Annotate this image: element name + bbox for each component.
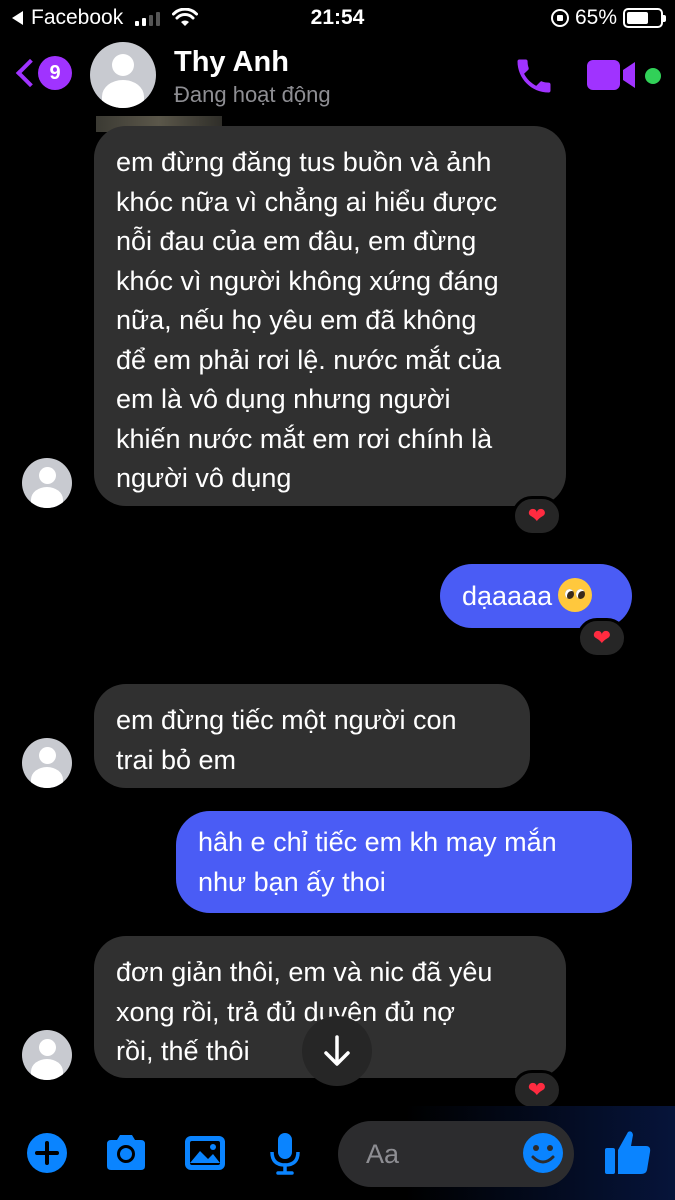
online-indicator (645, 68, 661, 84)
arrow-down-icon (324, 1035, 350, 1066)
message-bubble-incoming[interactable]: em đừng tiếc một người con trai bỏ em (94, 684, 530, 788)
message-line: dạaaaa (462, 577, 610, 617)
status-bar: Facebook 21:54 65% (0, 0, 675, 38)
phone-icon[interactable] (512, 54, 556, 98)
message-line: người vô dụng (116, 463, 292, 493)
pleading-face-emoji-icon (558, 578, 593, 612)
message-text: dạaaaa (462, 581, 553, 611)
message-line: đơn giản thôi, em và nic đã yêu (116, 957, 493, 987)
message-bubble-outgoing[interactable]: hâh e chỉ tiếc em kh may mắn như bạn ấy … (176, 811, 632, 913)
person-icon (22, 1030, 72, 1080)
battery-icon (623, 8, 666, 28)
message-line: khóc nữa vì chẳng ai hiểu được (116, 186, 498, 217)
sender-avatar[interactable] (22, 458, 72, 508)
message-input[interactable] (366, 1133, 516, 1175)
back-button[interactable]: 9 (14, 56, 72, 90)
message-line: em là vô dụng nhưng người (116, 384, 451, 414)
message-line: để em phải rơi lệ. nước mắt của (116, 344, 502, 375)
emoji-icon[interactable] (520, 1130, 566, 1176)
message-line: nữa, nếu họ yêu em đã không (116, 305, 477, 335)
camera-icon[interactable] (103, 1130, 149, 1176)
person-icon (22, 738, 72, 788)
heart-icon: ❤ (592, 625, 612, 650)
heart-reaction[interactable]: ❤ (512, 1070, 562, 1110)
message-line: em đừng đăng tus buồn và ảnh (116, 147, 492, 177)
plus-icon[interactable] (24, 1130, 70, 1176)
person-icon (22, 458, 72, 508)
video-camera-icon[interactable] (586, 58, 636, 92)
photo-icon[interactable] (182, 1130, 228, 1176)
rotation-lock-icon (550, 9, 569, 27)
message-bubble-incoming[interactable]: em đừng đăng tus buồn và ảnh khóc nữa vì… (94, 126, 566, 506)
composer-bar (0, 1106, 675, 1200)
sender-avatar[interactable] (22, 738, 72, 788)
contact-status: Đang hoạt động (174, 82, 331, 107)
message-line: như bạn ấy thoi (198, 866, 386, 897)
message-line: nỗi đau của em đâu, em đừng (116, 226, 477, 256)
contact-avatar[interactable] (90, 42, 156, 108)
scroll-to-bottom-button[interactable] (302, 1016, 372, 1086)
message-line: em đừng tiếc một người con (116, 705, 457, 735)
microphone-icon[interactable] (262, 1130, 308, 1176)
person-icon (90, 42, 156, 108)
thumbs-up-icon[interactable] (602, 1126, 654, 1178)
contact-name[interactable]: Thy Anh (174, 46, 289, 79)
battery-percent: 65% (574, 6, 617, 29)
message-line: hâh e chỉ tiếc em kh may mắn (198, 827, 557, 857)
message-line: trai bỏ em (116, 744, 237, 775)
chat-header: 9 Thy Anh Đang hoạt động (0, 38, 675, 116)
message-line: khóc vì người không xứng đáng (116, 265, 499, 296)
heart-reaction[interactable]: ❤ (512, 496, 562, 536)
message-line: khiến nước mắt em rơi chính là (116, 423, 493, 454)
heart-icon: ❤ (527, 503, 547, 528)
heart-icon: ❤ (527, 1077, 547, 1102)
battery-fill (627, 12, 648, 24)
sender-avatar[interactable] (22, 1030, 72, 1080)
heart-reaction[interactable]: ❤ (577, 618, 627, 658)
